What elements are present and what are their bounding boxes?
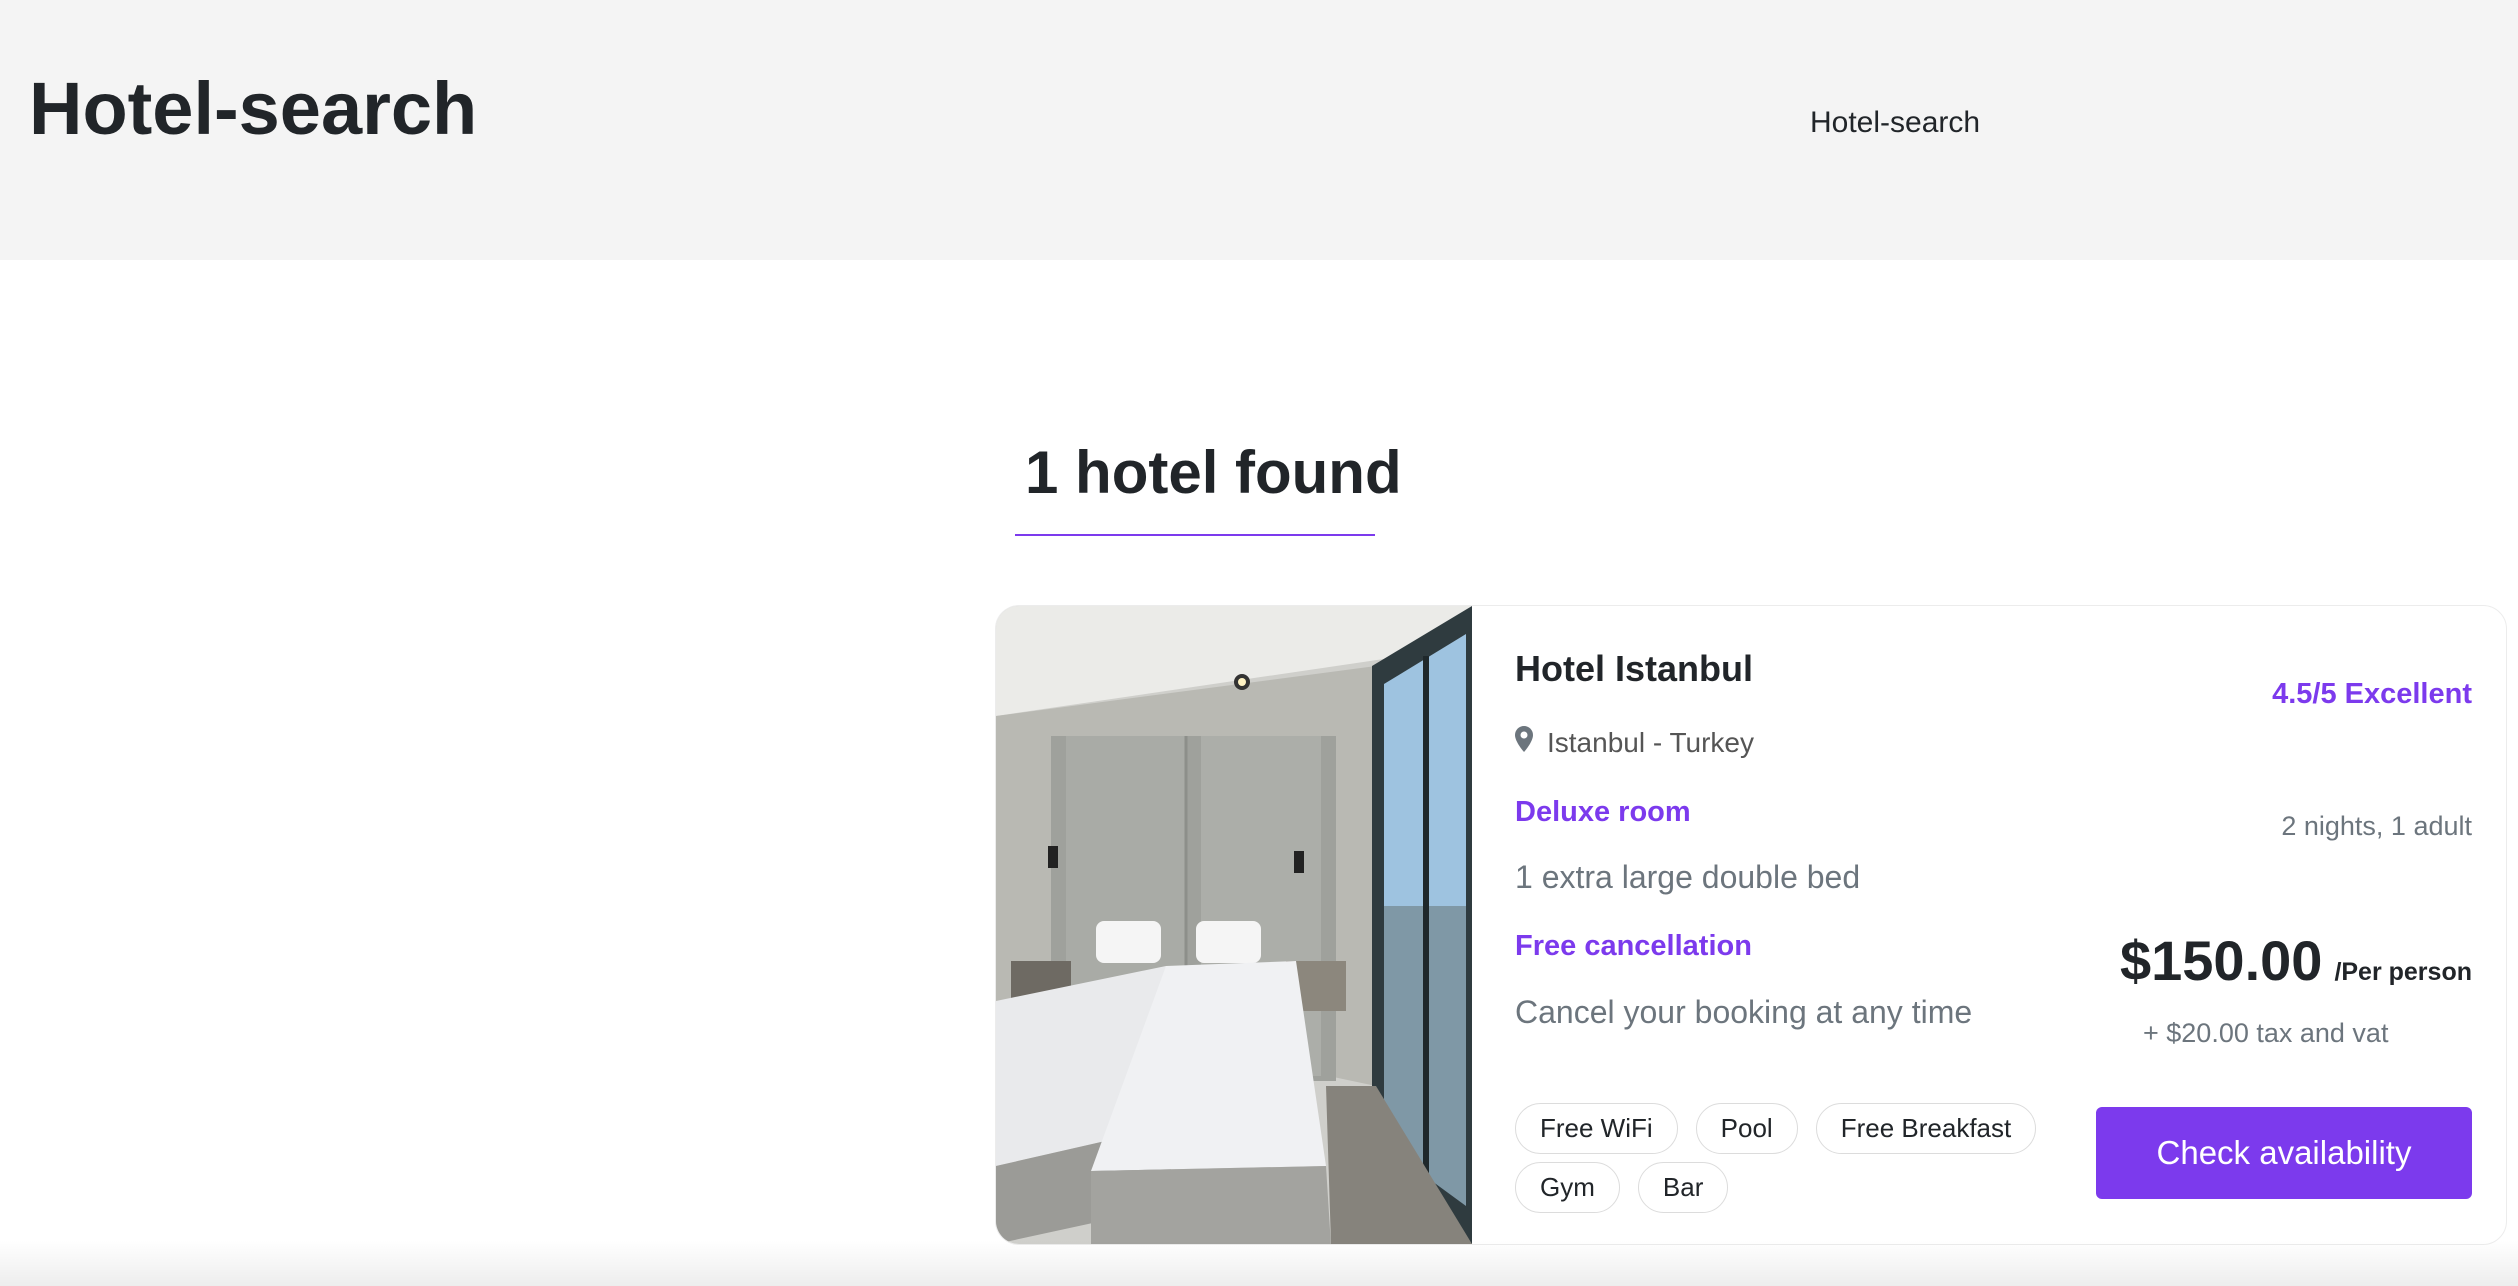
bottom-shadow xyxy=(0,1240,2518,1286)
results-count-heading: 1 hotel found xyxy=(1025,439,1402,506)
hotel-location: Istanbul - Turkey xyxy=(1515,726,1754,759)
amenity-tag-free-breakfast: Free Breakfast xyxy=(1815,1103,2037,1154)
stay-summary: 2 nights, 1 adult xyxy=(2281,811,2472,841)
hotel-card: Hotel Istanbul Istanbul - Turkey Deluxe … xyxy=(995,605,2507,1245)
location-label: Istanbul - Turkey xyxy=(1547,726,1754,758)
map-pin-icon xyxy=(1515,726,1533,759)
amenity-tags: Free WiFi Pool Free Breakfast Gym Bar xyxy=(1515,1103,2075,1213)
tax-note: + $20.00 tax and vat xyxy=(2143,1018,2389,1048)
amenity-tag-gym: Gym xyxy=(1515,1162,1620,1213)
nav-link-hotel-search[interactable]: Hotel-search xyxy=(1810,106,1980,140)
hotel-name[interactable]: Hotel Istanbul xyxy=(1515,648,1753,690)
amenity-tag-pool: Pool xyxy=(1695,1103,1798,1154)
check-availability-button[interactable]: Check availability xyxy=(2096,1107,2472,1199)
amenity-tag-bar: Bar xyxy=(1637,1162,1729,1213)
room-type: Deluxe room xyxy=(1515,796,1691,828)
cancellation-description: Cancel your booking at any time xyxy=(1515,994,1973,1030)
amenity-tag-free-wifi: Free WiFi xyxy=(1515,1103,1678,1154)
brand-title[interactable]: Hotel-search xyxy=(29,68,477,150)
rating-badge: 4.5/5 Excellent xyxy=(2272,678,2472,710)
heading-underline xyxy=(1015,534,1375,536)
free-cancellation-label: Free cancellation xyxy=(1515,930,1752,962)
bed-description: 1 extra large double bed xyxy=(1515,859,1861,895)
hotel-room-photo xyxy=(996,606,1472,1244)
price-amount: $150.00 xyxy=(2120,929,2323,992)
price-row: $150.00 /Per person xyxy=(2120,928,2472,993)
price-unit: /Per person xyxy=(2334,958,2472,986)
top-navbar: Hotel-search Hotel-search xyxy=(0,0,2518,260)
hotel-room-image xyxy=(996,606,1472,1244)
